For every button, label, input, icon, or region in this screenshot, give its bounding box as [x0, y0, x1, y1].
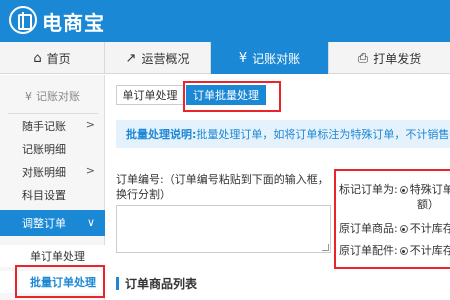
sidebar-title-label: 记账对账	[36, 90, 80, 103]
sidebar-item-label: 对账明细	[22, 166, 66, 179]
order-number-textarea[interactable]	[116, 205, 331, 253]
sidebar-item-label: 科目设置	[22, 189, 66, 202]
sidebar-title: ¥ 记账对账	[0, 85, 105, 107]
printer-icon: ⎙	[357, 50, 369, 66]
sidebar-item-label: 调整订单	[22, 217, 66, 230]
info-title: 批量处理说明:	[126, 128, 197, 141]
sidebar-item-adjust-orders[interactable]: 调整订单 ∨	[0, 210, 105, 236]
app-header: 电商宝	[0, 0, 450, 42]
subtab-label: 单订单处理	[122, 89, 178, 102]
yen-icon: ¥	[238, 50, 248, 66]
info-text: 批量处理订单，如将订单标注为特殊订单，不计销售数	[196, 128, 450, 141]
main-tabs: ⌂ 首页 ↗ 运营概况 ¥ 记账对账 ⎙ 打单发货	[0, 42, 450, 74]
chevron-right-icon: >	[85, 118, 95, 131]
tab-label: 运营概况	[141, 51, 190, 66]
section-marker	[116, 276, 119, 290]
tab-operations[interactable]: ↗ 运营概况	[105, 42, 211, 74]
sidebar-subitem-label: 单订单处理	[30, 250, 85, 263]
tab-home[interactable]: ⌂ 首页	[0, 42, 105, 74]
batch-info-bar: 批量处理说明: 批量处理订单，如将订单标注为特殊订单，不计销售数	[116, 120, 450, 148]
highlight-box-subtab	[183, 81, 281, 112]
resize-handle-icon[interactable]	[322, 244, 329, 251]
section-title-text: 订单商品列表	[125, 276, 198, 291]
sidebar-subitem-single-order[interactable]: 单订单处理	[0, 245, 105, 267]
chevron-down-icon: ∨	[86, 216, 95, 229]
tab-label: 首页	[46, 51, 71, 66]
logo-text: 电商宝	[42, 11, 105, 35]
sidebar-item-account-settings[interactable]: 科目设置	[0, 184, 105, 206]
sidebar-item-reconcile-details[interactable]: 对账明细 >	[0, 161, 105, 183]
sidebar-divider	[8, 113, 98, 114]
logo-icon	[9, 6, 37, 34]
tab-label: 打单发货	[373, 51, 422, 66]
sidebar-item-label: 记账明细	[22, 143, 66, 156]
chart-icon: ↗	[125, 50, 137, 66]
sidebar-item-label: 随手记账	[22, 120, 66, 133]
home-icon: ⌂	[33, 50, 42, 66]
chevron-right-icon: >	[85, 164, 95, 177]
section-title: 订单商品列表	[116, 275, 197, 291]
sidebar-item-entry-details[interactable]: 记账明细	[0, 138, 105, 160]
tab-shipping[interactable]: ⎙ 打单发货	[329, 42, 450, 74]
yen-icon: ¥	[25, 89, 32, 103]
subtab-single-order[interactable]: 单订单处理	[116, 85, 184, 105]
highlight-box-sidebar	[15, 265, 105, 298]
sidebar-item-quick-entry[interactable]: 随手记账 >	[0, 115, 105, 137]
tab-bookkeeping[interactable]: ¥ 记账对账	[211, 42, 329, 74]
order-number-label: 订单编号:（订单编号粘贴到下面的输入框，换行分割）	[116, 173, 329, 201]
tab-label: 记账对账	[252, 51, 301, 66]
highlight-box-options	[334, 169, 450, 269]
